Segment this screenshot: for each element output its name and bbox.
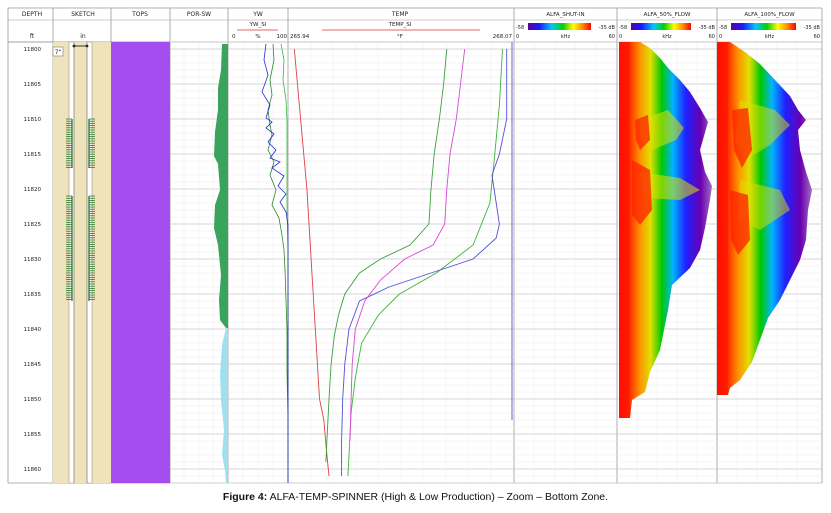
depth-tick-label: 11840: [24, 327, 42, 333]
temp-max: 268.07: [493, 34, 513, 40]
figure-caption-text: ALFA-TEMP-SPINNER (High & Low Production…: [267, 491, 609, 503]
alfa-unit: kHz: [765, 34, 775, 40]
temp-curve-5: [325, 48, 448, 463]
alfa-db-min: -58: [719, 25, 727, 31]
alfa-header: ALFA_100%_FLOW: [744, 12, 795, 18]
sketch-unit: in: [80, 33, 86, 40]
sketch-header: SKETCH: [71, 11, 95, 18]
depth-header: DEPTH: [22, 11, 42, 18]
depth-tick-label: 11820: [24, 187, 42, 193]
temp-unit: °F: [397, 34, 403, 40]
depth-tick-label: 11850: [24, 397, 42, 403]
depth-tick-label: 11835: [24, 292, 42, 298]
yw-curve-name: YW_SI: [249, 22, 267, 28]
alfa-db-max: -35 dB: [599, 25, 616, 31]
depth-tick-label: 11825: [24, 222, 42, 228]
temp-min: 265.94: [290, 34, 310, 40]
yw-max: 100: [277, 34, 288, 40]
well-log-plot: DEPTH ft 1180011805118101181511820118251…: [7, 7, 823, 484]
tops-header: TOPS: [131, 11, 148, 18]
wellbore-sketch: [53, 41, 111, 484]
depth-tick-labels: 11800 11805 11810 11815 11820 11825 11830 11835…: [24, 47, 42, 473]
depth-tick-label: 11810: [24, 117, 42, 123]
depth-tick-label: 11830: [24, 257, 42, 263]
alfa-db-colorbar: [528, 23, 591, 30]
depth-unit: ft: [30, 33, 35, 40]
depth-tick-label: 11805: [24, 82, 42, 88]
alfa-db-max: -35 dB: [699, 25, 716, 31]
yw-unit: %: [255, 34, 260, 40]
alfa-100-spectrogram: [717, 42, 812, 395]
figure-caption: Figure 4: ALFA-TEMP-SPINNER (High & Low …: [0, 491, 831, 503]
temperature-curves: [293, 48, 508, 477]
alfa-header: ALFA_50%_FLOW: [644, 12, 691, 18]
temp-curve-2: [347, 48, 503, 477]
alfa-unit: kHz: [662, 34, 672, 40]
casing-size-label: 7": [55, 49, 62, 56]
porsw-header: POR-SW: [187, 11, 211, 18]
alfa-f-max: 60: [709, 34, 715, 40]
yw-min: 0: [232, 34, 236, 40]
alfa-unit: kHz: [561, 34, 571, 40]
formation-top-fill: [111, 42, 170, 483]
alfa-50-spectrogram: [619, 42, 712, 418]
depth-tick-label: 11800: [24, 47, 42, 53]
figure-label: Figure 4:: [222, 491, 268, 503]
alfa-f-min: 0: [516, 34, 519, 40]
alfa-headers: ALFA_SHUT-IN-58 -35 dB0 kHz 60ALFA_50%_FLOW…: [516, 12, 821, 40]
alfa-f-max: 60: [814, 34, 820, 40]
alfa-header: ALFA_SHUT-IN: [546, 12, 584, 18]
porosity-fill: [214, 44, 228, 483]
temp-curve-1: [293, 48, 330, 477]
alfa-db-min: -58: [516, 25, 524, 31]
alfa-f-max: 60: [609, 34, 615, 40]
temp-curve-name: TEMP_SI: [388, 22, 412, 28]
yw-header: YW: [252, 11, 263, 18]
temp-header: TEMP: [391, 11, 409, 18]
temp-curve-3: [341, 49, 508, 476]
depth-tick-label: 11860: [24, 467, 42, 473]
yw-curves: [261, 43, 289, 483]
depth-tick-label: 11815: [24, 152, 42, 158]
alfa-f-min: 0: [719, 34, 722, 40]
alfa-db-max: -35 dB: [804, 25, 821, 31]
alfa-db-colorbar: [631, 23, 691, 30]
depth-tick-label: 11855: [24, 432, 42, 438]
alfa-db-min: -58: [619, 25, 627, 31]
alfa-db-colorbar: [731, 23, 796, 30]
alfa-f-min: 0: [619, 34, 622, 40]
depth-tick-label: 11845: [24, 362, 42, 368]
